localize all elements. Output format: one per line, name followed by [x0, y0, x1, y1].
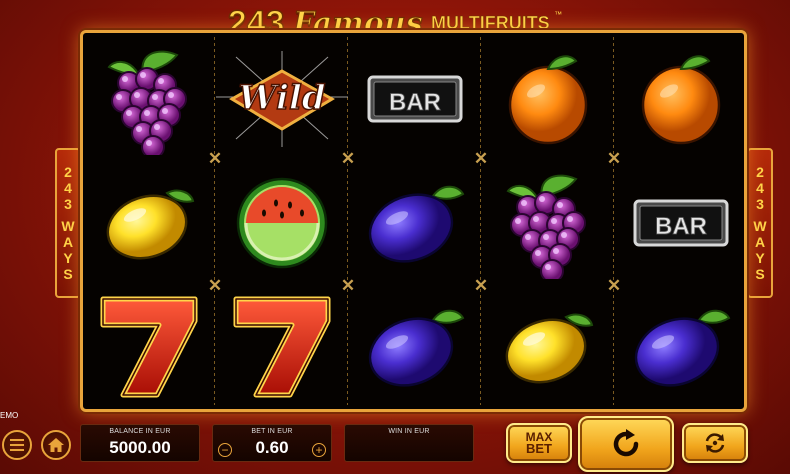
- spin-button[interactable]: [578, 416, 674, 472]
- bet-decrease-button[interactable]: −: [218, 443, 232, 457]
- grapes-icon: [506, 174, 586, 279]
- reel-marker-icon: ✕: [207, 149, 223, 168]
- reel-marker-icon: ✕: [340, 276, 356, 295]
- reel-marker-icon: ✕: [207, 276, 223, 295]
- reel-board: Wild BAR BAR ✕ ✕ ✕ ✕ ✕ ✕ ✕ ✕: [80, 30, 747, 412]
- reel-marker-icon: ✕: [473, 149, 489, 168]
- bar-text: BAR: [655, 213, 707, 240]
- seven-icon: [233, 296, 331, 398]
- reel-marker-icon: ✕: [473, 276, 489, 295]
- balance-value: 5000.00: [109, 438, 171, 457]
- reel-1-row-2: [83, 161, 215, 285]
- spin-icon: [613, 429, 639, 457]
- ways-char: Y: [755, 250, 765, 266]
- ways-char: W: [61, 218, 75, 234]
- ways-char: Y: [63, 250, 73, 266]
- reel-4-row-2: [482, 161, 614, 285]
- reel-marker-icon: ✕: [606, 149, 622, 168]
- plum-icon: [368, 309, 465, 387]
- mode-label: EMO: [0, 411, 19, 420]
- orange-icon: [508, 55, 588, 145]
- home-button[interactable]: [41, 430, 71, 460]
- balance-panel: BALANCE IN EUR 5000.00: [80, 424, 200, 462]
- menu-button[interactable]: [2, 430, 32, 460]
- seven-icon: [100, 296, 198, 398]
- ways-badge-left: 2 4 3 W A Y S: [55, 148, 81, 298]
- logo-trademark: ™: [554, 10, 563, 19]
- reel-4-row-3: [482, 285, 614, 409]
- bet-panel: BET IN EUR 0.60 − +: [212, 424, 332, 462]
- reel-2-row-2: [216, 161, 348, 285]
- watermelon-icon: [236, 177, 328, 269]
- win-label: WIN IN EUR: [388, 428, 430, 435]
- wild-text: Wild: [238, 78, 325, 118]
- ways-char: A: [754, 234, 766, 250]
- plum-icon: [368, 185, 465, 263]
- home-icon: [48, 438, 64, 452]
- plum-icon: [634, 309, 731, 387]
- lemon-icon: [106, 189, 195, 260]
- bar-text: BAR: [389, 89, 441, 116]
- reel-marker-icon: ✕: [340, 149, 356, 168]
- ways-char: W: [753, 218, 767, 234]
- autoplay-icon: [705, 433, 725, 453]
- reel-4-row-1: [482, 37, 614, 161]
- reel-1-row-1: [83, 37, 215, 161]
- ways-char: S: [755, 266, 765, 282]
- ways-char: 4: [756, 180, 764, 196]
- max-bet-button[interactable]: MAX BET: [506, 423, 572, 463]
- reel-5-row-2: BAR: [615, 161, 747, 285]
- balance-label: BALANCE IN EUR: [109, 428, 171, 435]
- bar-icon: BAR: [367, 75, 463, 123]
- ways-char: 2: [756, 164, 764, 180]
- reel-5-row-1: [615, 37, 747, 161]
- ways-char: S: [63, 266, 73, 282]
- bet-label: BET IN EUR: [251, 428, 293, 435]
- ways-char: 4: [64, 180, 72, 196]
- bet-increase-button[interactable]: +: [312, 443, 326, 457]
- ways-char: 3: [64, 196, 72, 212]
- reel-5-row-3: [615, 285, 747, 409]
- wild-icon: Wild: [216, 51, 348, 147]
- reel-2-row-3: [216, 285, 348, 409]
- ways-char: 2: [64, 164, 72, 180]
- max-bet-line2: BET: [525, 441, 552, 456]
- orange-icon: [641, 55, 721, 145]
- grapes-icon: [107, 50, 187, 155]
- lemon-icon: [505, 313, 594, 384]
- reel-2-row-1: Wild: [216, 37, 348, 161]
- bar-icon: BAR: [633, 199, 729, 247]
- reel-3-row-3: [349, 285, 481, 409]
- menu-icon: [10, 439, 24, 451]
- reel-3-row-1: BAR: [349, 37, 481, 161]
- max-bet-label: MAX BET: [526, 431, 553, 455]
- win-panel: WIN IN EUR: [344, 424, 474, 462]
- ways-char: 3: [756, 196, 764, 212]
- reel-1-row-3: [83, 285, 215, 409]
- autoplay-button[interactable]: [682, 423, 748, 463]
- reel-3-row-2: [349, 161, 481, 285]
- ways-char: A: [62, 234, 74, 250]
- ways-badge-right: 2 4 3 W A Y S: [747, 148, 773, 298]
- reel-marker-icon: ✕: [606, 276, 622, 295]
